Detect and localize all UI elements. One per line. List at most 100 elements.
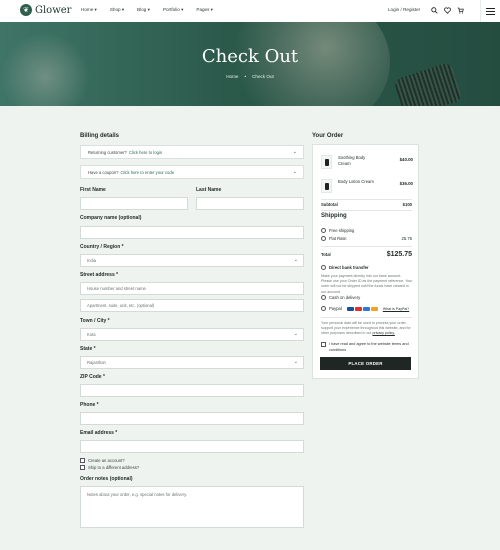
chevron-down-icon: ⌄ (293, 331, 298, 337)
breadcrumb-home[interactable]: Home (226, 74, 238, 79)
nav-shop[interactable]: Shop ▾ (110, 7, 124, 13)
checkbox-box[interactable] (80, 465, 85, 470)
menu-icon[interactable] (480, 0, 500, 22)
total-label: Total (321, 252, 331, 257)
privacy-policy-link[interactable]: privacy policy. (373, 331, 395, 335)
hero-image-brush (393, 61, 463, 106)
logo[interactable]: ❦ Glower (20, 4, 71, 16)
order-item[interactable]: Body Lotion Cream $36.00 (321, 179, 413, 193)
divider (321, 210, 412, 211)
total-value: $125.75 (386, 251, 412, 258)
billing-title: Billing details (80, 133, 120, 139)
town-select[interactable]: Kota ⌄ (80, 328, 304, 341)
phone-field[interactable] (80, 412, 304, 425)
email-label: Email address * (80, 430, 118, 436)
nav-home[interactable]: Home ▾ (81, 7, 97, 13)
cod-label: Cash on delivery (329, 295, 361, 300)
privacy-text: Your personal data will be used to proce… (321, 321, 411, 336)
divider (321, 317, 412, 318)
notes-label: Order notes (optional) (80, 476, 133, 482)
company-field[interactable] (80, 226, 304, 239)
site-header: ❦ Glower Home ▾ Shop ▾ Blog ▾ Portfolio … (0, 0, 500, 22)
country-select[interactable]: India ⌄ (80, 254, 304, 267)
bank-transfer-description: Make your payment directly into our bank… (321, 274, 413, 294)
cod-option[interactable]: Cash on delivery (321, 295, 360, 300)
coupon-notice[interactable]: Have a coupon? Click here to enter your … (80, 165, 304, 179)
nav-blog[interactable]: Blog ▾ (137, 7, 150, 13)
divider (321, 199, 412, 200)
subtotal-value: $100 (402, 202, 412, 207)
paypal-option[interactable]: Paypal What is PayPal? (321, 306, 409, 311)
product-name: Body Lotion Cream (338, 179, 374, 184)
free-shipping-option[interactable]: Free shipping (321, 228, 354, 233)
street-address-field[interactable]: House number and street name (80, 282, 304, 295)
state-label: State * (80, 346, 96, 352)
radio-button[interactable] (321, 236, 326, 241)
town-value: Kota (87, 332, 96, 337)
returning-customer-notice[interactable]: Returning customer? Click here to login … (80, 145, 304, 159)
login-link[interactable]: Click here to login (129, 150, 162, 155)
order-title: Your Order (312, 133, 344, 139)
payment-cards-icon (346, 306, 378, 311)
search-icon[interactable] (430, 6, 438, 14)
chevron-down-icon: ⌄ (293, 359, 298, 365)
radio-button[interactable] (321, 228, 326, 233)
product-price: $36.00 (399, 181, 413, 186)
checkbox-box[interactable] (80, 458, 85, 463)
coupon-link[interactable]: Click here to enter your code (121, 170, 175, 175)
heart-icon[interactable] (443, 6, 451, 14)
chevron-down-icon: ⌄ (293, 257, 298, 263)
radio-button[interactable] (321, 295, 326, 300)
product-price: $40.00 (399, 157, 413, 162)
shipping-title: Shipping (321, 213, 347, 219)
ship-different-checkbox[interactable]: Ship to a different address? (80, 465, 139, 470)
street-placeholder: House number and street name (87, 286, 146, 291)
flat-rate-option[interactable]: Flat Rate: 25.75 (321, 236, 412, 241)
first-name-field[interactable] (80, 197, 188, 210)
apartment-placeholder: Apartment, suite, unit, etc. (optional) (87, 303, 155, 308)
zip-field[interactable] (80, 384, 304, 397)
paypal-label: Paypal (329, 306, 342, 311)
page-hero: Check Out Home • Check Out (0, 22, 500, 106)
login-register-link[interactable]: Login / Register (388, 7, 420, 12)
card-visa-icon (346, 306, 354, 311)
product-thumbnail (321, 155, 332, 169)
place-order-button[interactable]: PLACE ORDER (320, 357, 411, 370)
order-notes-field[interactable]: Notes about your order, e.g. special not… (80, 486, 304, 528)
radio-button[interactable] (321, 265, 326, 270)
company-label: Company name (optional) (80, 215, 142, 221)
free-shipping-label: Free shipping (329, 228, 355, 233)
logo-text: Glower (35, 4, 72, 16)
country-value: India (87, 258, 97, 263)
last-name-field[interactable] (196, 197, 304, 210)
radio-button[interactable] (321, 306, 326, 311)
notes-placeholder: Notes about your order, e.g. special not… (87, 492, 188, 497)
last-name-label: Last Name (196, 187, 222, 193)
hero-image-bg (0, 32, 90, 106)
state-select[interactable]: Rajasthan ⌄ (80, 356, 304, 369)
subtotal-row: Subtotal $100 (321, 202, 412, 207)
nav-pages[interactable]: Pages ▾ (196, 7, 213, 13)
product-thumbnail (321, 179, 332, 193)
apartment-field[interactable]: Apartment, suite, unit, etc. (optional) (80, 299, 304, 312)
checkbox-box[interactable] (321, 342, 326, 347)
privacy-notice: Your personal data will be used to proce… (321, 321, 413, 337)
email-field[interactable] (80, 440, 304, 453)
create-account-checkbox[interactable]: Create an account? (80, 458, 125, 463)
terms-checkbox[interactable]: I have read and agree to the website ter… (321, 342, 413, 353)
card-mastercard-icon (354, 306, 362, 311)
flat-rate-value: 25.75 (401, 236, 412, 241)
card-amex-icon (362, 306, 370, 311)
bank-transfer-label: Direct bank transfer (329, 265, 369, 270)
what-is-paypal-link[interactable]: What is PayPal? (383, 307, 409, 311)
first-name-label: First Name (80, 187, 106, 193)
cart-icon[interactable] (456, 6, 464, 14)
nav-portfolio[interactable]: Portfolio ▾ (163, 7, 183, 13)
main-nav: Home ▾ Shop ▾ Blog ▾ Portfolio ▾ Pages ▾ (81, 7, 226, 13)
card-discover-icon (370, 306, 378, 311)
bank-transfer-option[interactable]: Direct bank transfer (321, 265, 369, 270)
ship-different-label: Ship to a different address? (88, 465, 140, 470)
product-name: Soothing Body Cream (338, 155, 366, 166)
page-title: Check Out (201, 46, 299, 67)
order-item[interactable]: Soothing Body Cream $40.00 (321, 155, 413, 169)
